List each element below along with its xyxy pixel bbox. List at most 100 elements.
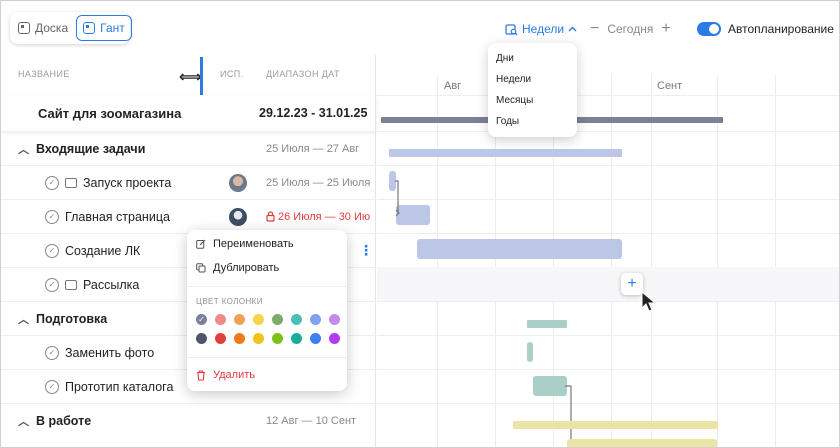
zoom-out-button[interactable]: −: [590, 21, 599, 37]
board-view-label: Доска: [35, 21, 69, 35]
group-dates: 25 Июля — 27 Авг: [266, 142, 360, 155]
pencil-icon: [196, 239, 206, 249]
more-options-icon[interactable]: ⋮: [359, 242, 373, 259]
scale-select[interactable]: Недели: [505, 19, 577, 39]
rename-label: Переименовать: [213, 238, 294, 250]
trash-icon: [197, 369, 205, 381]
column-resize-icon[interactable]: ⟺: [179, 67, 202, 87]
dependency-arrow: [395, 180, 400, 217]
gantt-view-button[interactable]: Гант: [76, 15, 132, 41]
color-swatch[interactable]: ✓: [196, 314, 207, 325]
check-circle-icon[interactable]: ✓: [45, 345, 59, 360]
folder-icon: [65, 279, 77, 290]
task-dates-overdue: 26 Июля — 30 Ию: [266, 211, 370, 223]
chevron-up-icon[interactable]: ︿: [18, 311, 30, 327]
project-name: Сайт для зоомагазина: [38, 105, 182, 121]
folder-icon: [65, 177, 77, 188]
view-switch: Доска Гант: [10, 12, 132, 44]
group-bar[interactable]: [389, 149, 622, 157]
task-dates: 25 Июля — 25 Июля: [266, 176, 371, 189]
zoom-in-button[interactable]: +: [661, 21, 670, 37]
check-circle-icon[interactable]: ✓: [45, 175, 59, 190]
task-name: Прототип каталога: [65, 379, 174, 394]
task-row[interactable]: ✓ Запуск проекта 25 Июля — 25 Июля: [1, 165, 376, 199]
column-header-assignee[interactable]: ИСП.: [220, 69, 244, 79]
column-resize-handle[interactable]: [200, 57, 203, 95]
scale-option-years[interactable]: Годы: [488, 111, 577, 132]
color-swatch[interactable]: [329, 314, 340, 325]
add-task-button[interactable]: +: [621, 273, 643, 295]
task-name: Запуск проекта: [83, 175, 172, 190]
task-name: Заменить фото: [65, 345, 155, 360]
task-bar[interactable]: [567, 439, 717, 447]
color-swatch[interactable]: [291, 333, 302, 344]
group-row[interactable]: ︿ Входящие задачи 25 Июля — 27 Авг: [1, 131, 376, 165]
delete-menu-item[interactable]: Удалить: [196, 369, 255, 381]
color-swatch[interactable]: [253, 314, 264, 325]
duplicate-menu-item[interactable]: Дублировать: [196, 262, 279, 274]
rename-menu-item[interactable]: Переименовать: [196, 238, 294, 250]
mouse-cursor-icon: [641, 291, 657, 312]
top-bar: Доска Гант Недели − Сегодня + Автопланир…: [1, 1, 839, 55]
row-divider: [377, 403, 839, 404]
autoplanning-control: Автопланирование: [697, 19, 834, 39]
column-color-label: ЦВЕТ КОЛОНКИ: [196, 297, 263, 306]
project-row[interactable]: Сайт для зоомагазина 29.12.23 - 31.01.25: [1, 95, 376, 131]
group-name: В работе: [36, 413, 92, 428]
gantt-icon: [83, 22, 96, 34]
group-bar[interactable]: [527, 320, 567, 328]
column-header-name[interactable]: НАЗВАНИЕ: [18, 69, 70, 79]
group-dates: 12 Авг — 10 Сент: [266, 414, 357, 427]
duplicate-label: Дублировать: [213, 262, 280, 274]
board-view-button[interactable]: Доска: [12, 15, 74, 41]
overdue-dates-text: 26 Июля — 30 Ию: [278, 210, 371, 223]
scale-option-weeks[interactable]: Недели: [488, 69, 577, 90]
today-button[interactable]: Сегодня: [607, 22, 653, 36]
group-row[interactable]: ︿ В работе 12 Авг — 10 Сент: [1, 403, 376, 437]
row-divider: [377, 165, 839, 166]
color-swatch[interactable]: [310, 314, 321, 325]
task-name: Главная страница: [65, 209, 170, 224]
color-swatch[interactable]: [253, 333, 264, 344]
color-swatch[interactable]: [234, 333, 245, 344]
task-row[interactable]: ✓ Главная страница 26 Июля — 30 Ию: [1, 199, 376, 233]
color-swatch[interactable]: [272, 333, 283, 344]
board-icon: [18, 22, 30, 34]
color-swatch[interactable]: [272, 314, 283, 325]
chevron-up-icon[interactable]: ︿: [18, 141, 30, 157]
row-divider: [377, 335, 839, 336]
copy-icon: [196, 263, 206, 273]
check-circle-icon[interactable]: ✓: [45, 277, 59, 292]
row-divider: [377, 233, 839, 234]
color-swatch[interactable]: [291, 314, 302, 325]
scale-option-days[interactable]: Дни: [488, 48, 577, 69]
autoplanning-toggle[interactable]: [697, 22, 721, 36]
color-swatch[interactable]: [196, 333, 207, 344]
color-swatch[interactable]: [310, 333, 321, 344]
task-bar[interactable]: [527, 342, 533, 362]
project-dates: 29.12.23 - 31.01.25: [259, 106, 368, 120]
color-swatch[interactable]: [215, 333, 226, 344]
color-swatch[interactable]: [215, 314, 226, 325]
row-divider: [377, 369, 839, 370]
avatar[interactable]: [229, 207, 247, 226]
column-header-date-range[interactable]: ДИАПАЗОН ДАТ: [266, 69, 340, 79]
app-window: Доска Гант Недели − Сегодня + Автопланир…: [0, 0, 840, 448]
task-bar[interactable]: [396, 205, 430, 225]
check-circle-icon[interactable]: ✓: [45, 379, 59, 394]
task-bar[interactable]: [417, 239, 622, 259]
group-bar[interactable]: [513, 421, 718, 429]
color-swatch[interactable]: [234, 314, 245, 325]
avatar[interactable]: [229, 173, 247, 192]
task-bar[interactable]: [533, 376, 567, 396]
delete-label: Удалить: [213, 369, 255, 381]
color-swatch[interactable]: [329, 333, 340, 344]
check-circle-icon[interactable]: ✓: [45, 243, 59, 258]
month-label: Авг: [444, 80, 462, 92]
gantt-timeline: Авг Сент +: [377, 55, 839, 447]
scale-option-months[interactable]: Месяцы: [488, 90, 577, 111]
chevron-up-icon[interactable]: ︿: [18, 413, 30, 429]
gantt-view-label: Гант: [100, 21, 125, 35]
check-circle-icon[interactable]: ✓: [45, 209, 59, 224]
group-name: Подготовка: [36, 311, 108, 326]
